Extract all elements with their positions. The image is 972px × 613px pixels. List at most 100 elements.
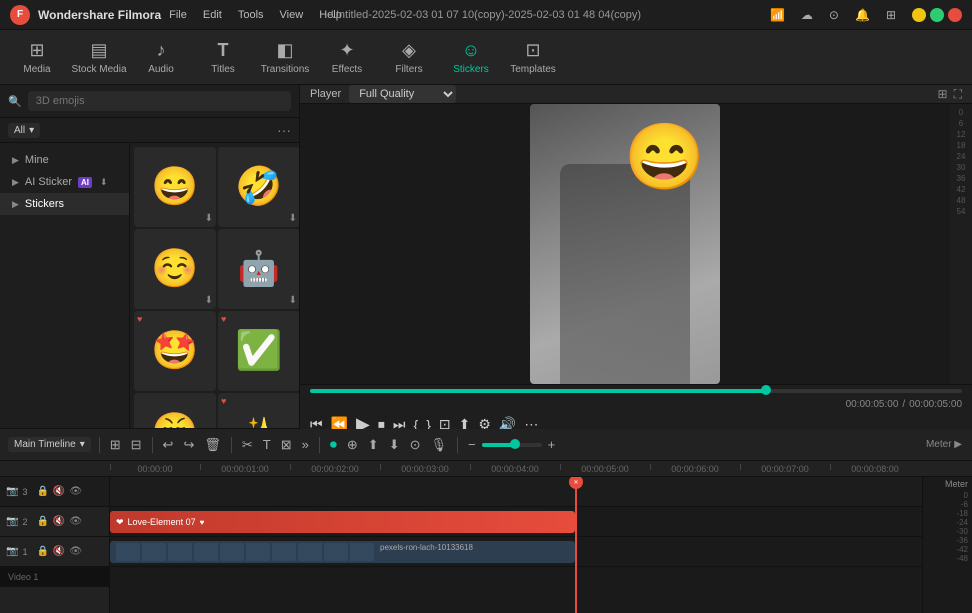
sticker-item-0[interactable]: 😄 ⬇ [134,147,216,227]
track1-cam-icon[interactable]: 📷 [6,546,18,557]
close-btn[interactable] [948,8,962,22]
tl-record-icon[interactable]: ⏺ [328,434,339,455]
track1-eye-icon[interactable]: 👁 [69,546,82,557]
category-row: All ▾ ··· [0,118,299,143]
tool-titles[interactable]: T Titles [194,33,252,81]
tool-audio[interactable]: ♪ Audio [132,33,190,81]
minimize-btn[interactable] [912,8,926,22]
tool-filters[interactable]: ◈ Filters [380,33,438,81]
tool-templates[interactable]: ⊡ Templates [504,33,562,81]
player-area: 😄 [300,104,950,384]
text-tool-icon[interactable]: T [261,435,273,454]
vid-thumb-4 [194,543,218,561]
track2-cam-icon[interactable]: 📷 [6,516,18,527]
ruler-18: 18 [957,141,966,150]
notifications-btn[interactable]: 🔔 [849,6,876,24]
separator-3 [231,437,232,453]
timeline-dropdown-icon[interactable]: ▾ [80,439,85,450]
share-btn[interactable]: ⊙ [823,6,845,24]
track-add-icon[interactable]: ⊞ [108,435,123,455]
sticker-item-1[interactable]: 🤣 ⬇ [218,147,299,227]
track1-mute-icon[interactable]: 🔇 [53,546,65,557]
track-remove-icon[interactable]: ⊟ [129,435,144,455]
grid-btn[interactable]: ⊞ [880,6,902,24]
track-row-3 [110,477,922,507]
vid-thumb-5 [220,543,244,561]
tool-effects[interactable]: ✦ Effects [318,33,376,81]
undo-icon[interactable]: ↩ [161,435,176,455]
meter-n24: -24 [956,518,968,527]
sticker-item-10[interactable]: ♥ ✨ [218,393,299,428]
cloud-btn[interactable]: ☁ [795,6,819,24]
meter-0: 0 [964,491,968,500]
track2-lock-icon[interactable]: 🔒 [36,516,48,527]
time-tick-3: 00:00:03:00 [380,464,470,474]
nav-back-btn[interactable]: 📶 [764,6,791,24]
track1-lock-icon[interactable]: 🔒 [36,546,48,557]
app-name: Wondershare Filmora [38,8,161,22]
tool-stickers[interactable]: ☺ Stickers [442,33,500,81]
tool-media[interactable]: ⊞ Media [8,33,66,81]
vid-thumb-8 [298,543,322,561]
category-mine[interactable]: ▶ Mine [0,149,129,171]
progress-bar[interactable] [310,389,962,393]
filter-dropdown[interactable]: All ▾ [8,123,40,138]
more-tools-icon[interactable]: » [300,435,311,454]
time-tick-5: 00:00:05:00 [560,464,650,474]
person-silhouette [560,164,690,384]
zoom-thumb[interactable] [510,439,520,449]
tool-stock-media[interactable]: ▤ Stock Media [70,33,128,81]
redo-icon[interactable]: ↪ [181,435,196,455]
sticker-item-3[interactable]: ☺️ ⬇ [134,229,216,309]
tl-export-icon[interactable]: ⬆ [366,435,381,455]
zoom-out-icon[interactable]: − [466,435,478,454]
tl-voice-icon[interactable]: 🎙 [429,435,450,455]
track3-cam-icon[interactable]: 📷 [6,486,18,497]
track3-mute-icon[interactable]: 🔇 [53,486,65,497]
main-toolbar: ⊞ Media ▤ Stock Media ♪ Audio T Titles ◧… [0,30,972,85]
category-ai-sticker[interactable]: ▶ AI Sticker AI ⬇ [0,171,129,193]
download-icon-3: ⬇ [205,295,213,306]
tl-snap-icon[interactable]: ⊕ [345,435,360,455]
search-input[interactable] [28,91,291,111]
track3-lock-icon[interactable]: 🔒 [36,486,48,497]
tl-import-icon[interactable]: ⬇ [387,435,402,455]
fullscreen-icon[interactable]: ⛶ [954,87,962,102]
meter-label: Meter ▶ [924,437,964,452]
sticker-item-7[interactable]: ♥ ✅ [218,311,299,391]
track2-mute-icon[interactable]: 🔇 [53,516,65,527]
more-options-icon[interactable]: ··· [277,122,291,138]
track2-eye-icon[interactable]: 👁 [69,516,82,527]
heart-badge-10: ♥ [221,396,226,406]
maximize-btn[interactable] [930,8,944,22]
category-stickers[interactable]: ▶ Stickers [0,193,129,215]
menu-file[interactable]: File [169,9,187,21]
playhead[interactable]: ✕ [575,477,577,613]
sticker-item-9[interactable]: 😤 [134,393,216,428]
panel-content: ▶ Mine ▶ AI Sticker AI ⬇ ▶ Stickers [0,143,299,428]
menu-view[interactable]: View [280,9,304,21]
track-row-2: ❤ Love-Element 07 ♥ [110,507,922,537]
menu-tools[interactable]: Tools [238,9,264,21]
clip-love-element[interactable]: ❤ Love-Element 07 ♥ [110,511,575,533]
clip-video[interactable]: pexels-ron-lach-10133618 [110,541,575,563]
menu-edit[interactable]: Edit [203,9,222,21]
meter-column: Meter 0 -6 -18 -24 -30 -36 -42 -48 [922,477,972,613]
tl-detach-icon[interactable]: ⊙ [408,435,423,455]
progress-thumb[interactable] [761,385,771,395]
menu-bar: File Edit Tools View Help [169,9,342,21]
video-label-ctrl: Video 1 [0,567,109,587]
quality-select[interactable]: Full QualityHalf QualityQuarter Quality [349,85,456,103]
sticker-emoji-3: ☺️ [151,247,198,291]
zoom-in-icon[interactable]: + [546,435,558,454]
templates-icon: ⊡ [525,40,540,61]
delete-icon[interactable]: 🗑 [202,435,223,455]
cut-icon[interactable]: ✂ [240,435,255,455]
grid-view-icon[interactable]: ⊞ [938,87,948,102]
sticker-item-4[interactable]: 🤖 ⬇ [218,229,299,309]
track3-eye-icon[interactable]: 👁 [69,486,82,497]
tool-transitions[interactable]: ◧ Transitions [256,33,314,81]
zoom-slider[interactable] [482,443,542,447]
sticker-item-6[interactable]: ♥ 🤩 [134,311,216,391]
crop-tool-icon[interactable]: ⊠ [279,435,294,455]
